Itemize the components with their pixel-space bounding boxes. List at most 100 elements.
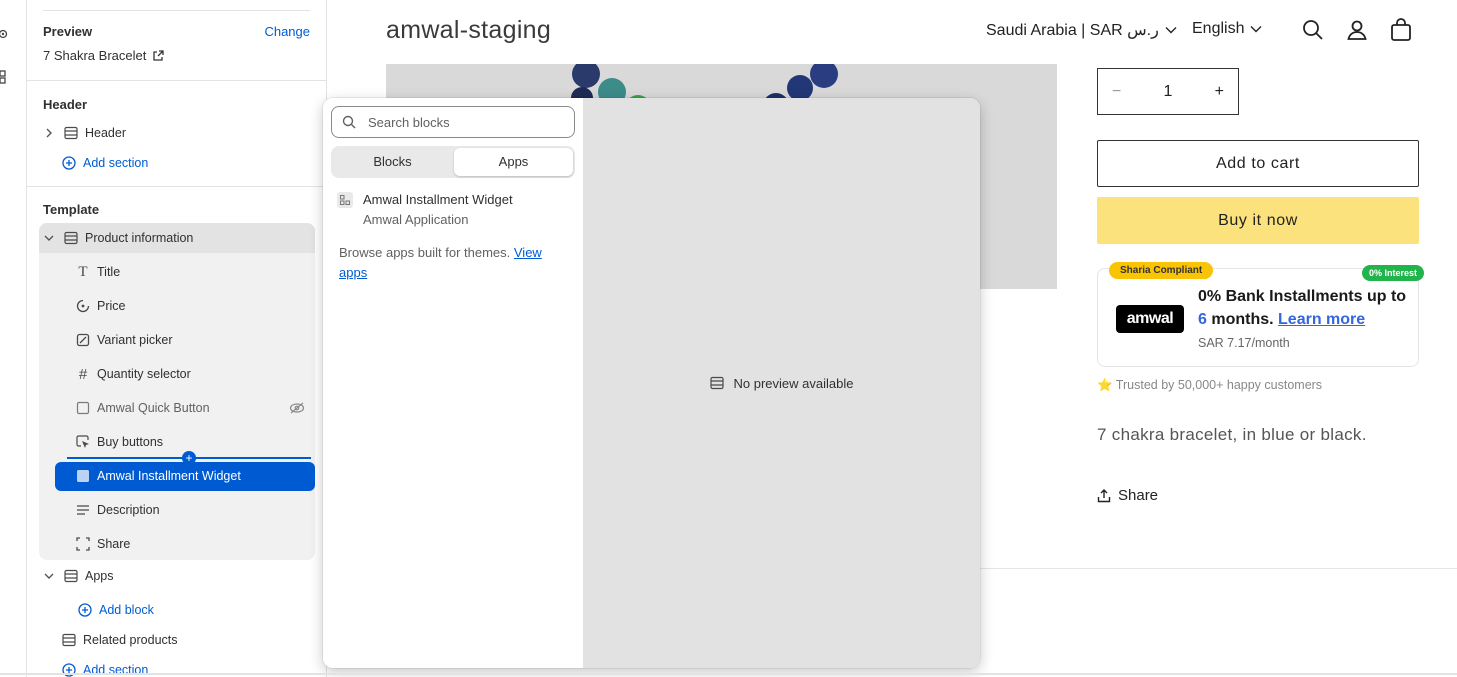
cart-icon[interactable] bbox=[1389, 18, 1413, 42]
months-word: months. bbox=[1211, 311, 1274, 328]
preview-row: Preview Change 7 Shakra Bracelet bbox=[43, 24, 310, 63]
months-count: 6 bbox=[1198, 311, 1207, 328]
block-label: Amwal Quick Button bbox=[97, 401, 210, 415]
app-grid-icon bbox=[337, 192, 353, 208]
left-icon-rail bbox=[0, 0, 27, 677]
section-icon bbox=[61, 632, 77, 648]
popover-list: Blocks Apps Amwal Installment Widget Amw… bbox=[323, 98, 583, 668]
sidebar-item-label: Apps bbox=[85, 569, 114, 583]
add-to-cart-button[interactable]: Add to cart bbox=[1097, 140, 1419, 187]
tab-blocks[interactable]: Blocks bbox=[333, 148, 452, 176]
block-label: Title bbox=[97, 265, 121, 279]
tab-apps[interactable]: Apps bbox=[454, 148, 573, 176]
template-heading: Template bbox=[43, 202, 100, 217]
preview-product[interactable]: 7 Shakra Bracelet bbox=[43, 48, 164, 63]
header-heading: Header bbox=[43, 97, 88, 112]
preview-product-name: 7 Shakra Bracelet bbox=[43, 48, 147, 63]
block-quantity-selector[interactable]: # Quantity selector bbox=[75, 360, 191, 388]
add-section-label: Add section bbox=[83, 156, 149, 170]
quantity-stepper[interactable]: − 1 + bbox=[1097, 68, 1239, 115]
add-block-label: Add block bbox=[99, 603, 154, 617]
sidebar-item-related-products[interactable]: Related products bbox=[61, 626, 178, 654]
app-block-name: Amwal Installment Widget bbox=[363, 192, 513, 207]
plus-circle-icon bbox=[61, 155, 77, 171]
search-icon bbox=[342, 115, 356, 129]
external-link-icon bbox=[153, 49, 164, 61]
monthly-amount: SAR 7.17/month bbox=[1198, 336, 1290, 350]
hidden-eye-icon[interactable] bbox=[289, 394, 305, 422]
buy-it-now-button[interactable]: Buy it now bbox=[1097, 197, 1419, 244]
block-amwal-quick-button[interactable]: Amwal Quick Button bbox=[75, 394, 210, 422]
sharia-badge: Sharia Compliant bbox=[1109, 262, 1214, 279]
block-label: Price bbox=[97, 299, 126, 313]
block-price[interactable]: Price bbox=[75, 292, 125, 320]
store-title[interactable]: amwal-staging bbox=[386, 16, 551, 45]
amwal-logo: amwal bbox=[1116, 305, 1184, 333]
share-frame-icon bbox=[75, 536, 91, 552]
block-label: Description bbox=[97, 503, 160, 517]
interest-badge: 0% Interest bbox=[1361, 265, 1424, 281]
language-label: English bbox=[1192, 20, 1245, 37]
section-icon bbox=[709, 376, 724, 390]
block-label: Quantity selector bbox=[97, 367, 191, 381]
price-tag-icon bbox=[75, 298, 91, 314]
block-description[interactable]: Description bbox=[75, 496, 160, 524]
search-icon[interactable] bbox=[1301, 18, 1325, 42]
installment-text: 0% Bank Installments up to 6 months. Lea… bbox=[1198, 285, 1413, 331]
gear-icon[interactable] bbox=[0, 27, 14, 41]
block-label: Share bbox=[97, 537, 131, 551]
chevron-right-icon[interactable] bbox=[43, 127, 55, 139]
sidebar-item-apps[interactable]: Apps bbox=[43, 562, 114, 590]
divider bbox=[27, 186, 326, 187]
add-block-button[interactable]: Add block bbox=[77, 596, 154, 624]
browse-apps-label: Browse apps built for themes. bbox=[339, 245, 511, 260]
app-block-icon bbox=[75, 468, 91, 484]
product-description: 7 chakra bracelet, in blue or black. bbox=[1097, 425, 1367, 444]
block-preview-pane: No preview available bbox=[583, 98, 980, 668]
block-title[interactable]: T Title bbox=[75, 258, 120, 286]
app-block-item[interactable]: Amwal Installment Widget Amwal Applicati… bbox=[331, 190, 575, 234]
text-icon: T bbox=[78, 263, 88, 280]
apps-icon[interactable] bbox=[0, 70, 14, 84]
plus-icon[interactable]: + bbox=[1215, 83, 1224, 101]
sidebar-item-label: Product information bbox=[85, 231, 194, 245]
language-selector[interactable]: English bbox=[1192, 20, 1262, 38]
block-buy-buttons[interactable]: Buy buttons bbox=[75, 428, 163, 456]
tab-group: Blocks Apps bbox=[331, 146, 575, 178]
search-field[interactable] bbox=[331, 106, 575, 138]
search-input[interactable] bbox=[368, 114, 558, 130]
chevron-down-icon bbox=[1250, 26, 1262, 33]
block-label: Amwal Installment Widget bbox=[97, 469, 241, 483]
country-selector[interactable]: Saudi Arabia | SAR ر.س bbox=[986, 20, 1177, 40]
no-preview-text: No preview available bbox=[733, 375, 854, 391]
block-variant-picker[interactable]: Variant picker bbox=[75, 326, 173, 354]
app-block-icon bbox=[75, 400, 91, 416]
paragraph-icon bbox=[75, 502, 91, 518]
section-icon bbox=[63, 568, 79, 584]
hash-icon: # bbox=[78, 365, 88, 383]
learn-more-link[interactable]: Learn more bbox=[1278, 311, 1365, 328]
add-section-button[interactable]: Add section bbox=[61, 149, 148, 177]
section-icon bbox=[63, 230, 79, 246]
amwal-installment-widget[interactable]: Sharia Compliant 0% Interest amwal 0% Ba… bbox=[1097, 262, 1424, 367]
minus-icon[interactable]: − bbox=[1112, 83, 1121, 101]
share-button[interactable]: Share bbox=[1097, 487, 1158, 504]
block-share[interactable]: Share bbox=[75, 530, 130, 558]
account-icon[interactable] bbox=[1345, 18, 1369, 42]
sidebar-item-header[interactable]: Header bbox=[43, 119, 126, 147]
browse-apps-text: Browse apps built for themes. View apps bbox=[339, 243, 569, 283]
divider bbox=[27, 80, 326, 81]
sidebar-item-label: Header bbox=[85, 126, 126, 140]
block-amwal-installment-widget[interactable]: Amwal Installment Widget bbox=[75, 462, 241, 490]
quantity-value: 1 bbox=[1163, 82, 1173, 100]
chevron-down-icon[interactable] bbox=[43, 570, 55, 582]
sidebar-item-label: Related products bbox=[83, 633, 178, 647]
bottom-divider bbox=[0, 673, 1457, 675]
country-label: Saudi Arabia | SAR ر.س bbox=[986, 22, 1159, 39]
change-preview-link[interactable]: Change bbox=[264, 24, 310, 39]
chevron-down-icon[interactable] bbox=[43, 232, 55, 244]
sidebar-item-product-information[interactable]: Product information bbox=[43, 224, 193, 252]
trusted-text: ⭐ Trusted by 50,000+ happy customers bbox=[1097, 378, 1323, 392]
divider bbox=[43, 10, 310, 11]
divider bbox=[972, 568, 1457, 569]
